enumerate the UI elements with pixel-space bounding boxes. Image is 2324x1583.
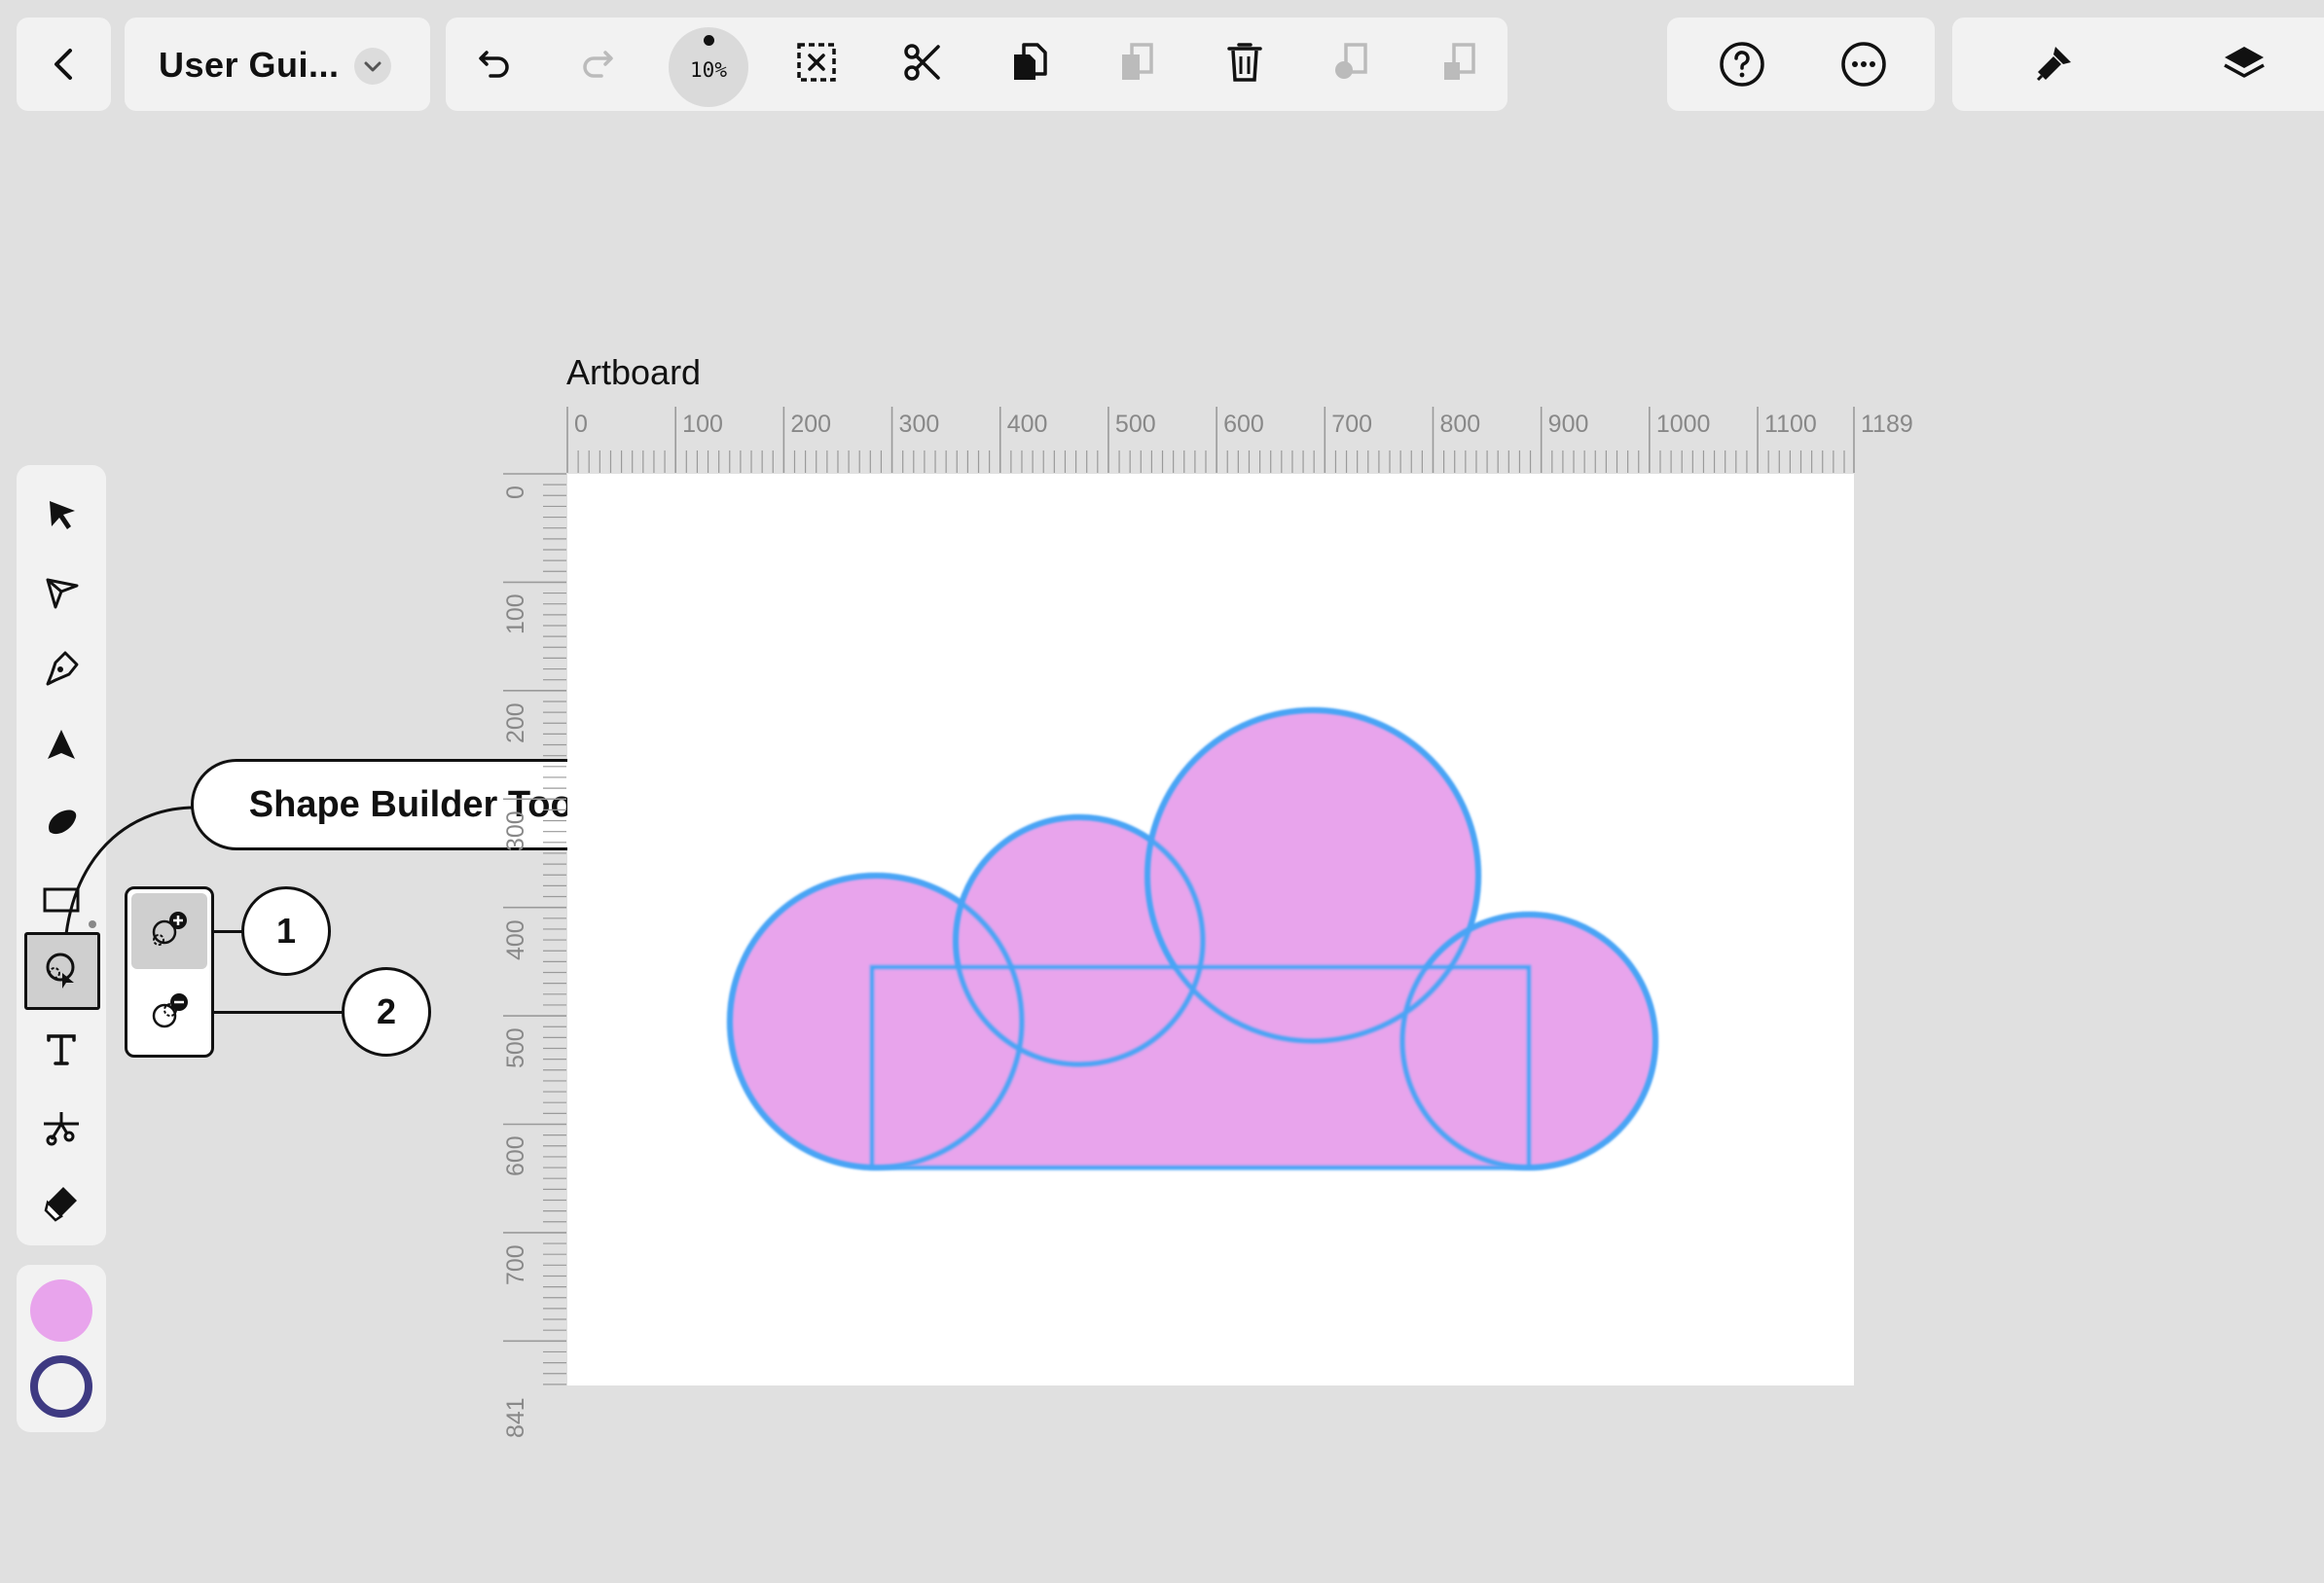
- ruler-label: 300: [898, 411, 940, 438]
- duplicate-icon: [1335, 43, 1367, 79]
- eraser-tool[interactable]: [31, 1172, 91, 1233]
- help-button[interactable]: [1713, 35, 1771, 93]
- shape-builder-subtract-option[interactable]: [131, 975, 207, 1051]
- pencil-tool[interactable]: [31, 715, 91, 775]
- stroke-color-swatch[interactable]: [30, 1355, 92, 1418]
- delete-button[interactable]: [1214, 31, 1276, 93]
- paste-button[interactable]: [1107, 31, 1169, 93]
- zoom-button[interactable]: 10%: [669, 27, 748, 107]
- undo-icon: [479, 51, 509, 78]
- shape-builder-tool[interactable]: [24, 932, 100, 1010]
- back-button[interactable]: [17, 18, 111, 111]
- document-title-button[interactable]: User Gui...: [125, 18, 430, 111]
- pen-icon: [46, 651, 79, 686]
- cut-icon: [904, 44, 940, 81]
- select-icon: [50, 501, 75, 529]
- select-tool[interactable]: [31, 485, 91, 545]
- paste-in-place-icon: [1444, 43, 1475, 80]
- ruler-label: 500: [1114, 411, 1156, 438]
- brush-icon: [2036, 47, 2071, 82]
- layers-button[interactable]: [2215, 35, 2273, 93]
- artwork[interactable]: [567, 474, 1854, 1385]
- zoom-icon: [704, 35, 714, 46]
- ruler-label: 400: [502, 918, 529, 960]
- fill-color-swatch[interactable]: [30, 1279, 92, 1342]
- duplicate-button[interactable]: [1321, 31, 1383, 93]
- deselect-button[interactable]: [785, 31, 848, 93]
- delete-icon: [1227, 43, 1262, 82]
- artboard-label: Artboard: [566, 352, 702, 392]
- ruler-label: 800: [1439, 411, 1481, 438]
- help-panel: [1667, 18, 1935, 111]
- scissors-tool-icon: [44, 1112, 79, 1146]
- deselect-icon: [797, 43, 836, 82]
- zoom-level: 10%: [690, 58, 727, 82]
- chevron-down-icon: [354, 48, 391, 85]
- callout-2-connector: [214, 1011, 345, 1014]
- document-title: User Gui...: [159, 45, 340, 85]
- ruler-label: 200: [790, 411, 832, 438]
- ruler-label: 0: [574, 411, 588, 438]
- ruler-label: 600: [502, 1135, 529, 1177]
- eraser-icon: [44, 1187, 77, 1222]
- ruler-label: 400: [1006, 411, 1048, 438]
- back-icon: [54, 49, 72, 80]
- callout-1-connector: [214, 930, 243, 933]
- ruler-label: 900: [1547, 411, 1589, 438]
- direct-select-tool[interactable]: [31, 561, 91, 622]
- paste-in-place-button[interactable]: [1429, 31, 1491, 93]
- ruler-label: 100: [502, 594, 529, 635]
- text-tool[interactable]: [31, 1020, 91, 1080]
- ruler-label: 300: [502, 810, 529, 852]
- ruler-label: 700: [502, 1244, 529, 1285]
- callout-2-badge: 2: [342, 967, 431, 1057]
- copy-icon: [1014, 43, 1047, 80]
- ruler-label: 841: [502, 1397, 529, 1438]
- brush-button[interactable]: [2024, 35, 2083, 93]
- main-callout-connector: [64, 806, 196, 935]
- more-button[interactable]: [1834, 35, 1893, 93]
- ruler-label: 1100: [1764, 411, 1817, 438]
- shape-builder-icon: [46, 953, 75, 989]
- text-icon: [47, 1034, 76, 1065]
- help-icon: [1720, 42, 1764, 87]
- pencil-icon: [48, 730, 75, 759]
- ruler-label: 600: [1223, 411, 1264, 438]
- callout-2-number: 2: [376, 991, 397, 1031]
- ruler-label: 500: [502, 1027, 529, 1069]
- layers-icon: [2224, 47, 2265, 78]
- direct-select-icon: [46, 578, 79, 609]
- redo-icon: [583, 51, 613, 78]
- ruler-label: 0: [502, 486, 529, 499]
- cut-button[interactable]: [891, 31, 954, 93]
- ruler-label: 100: [682, 411, 723, 438]
- ruler-label: 200: [502, 702, 529, 743]
- ruler-label: 1189: [1861, 411, 1913, 438]
- subtract-shapes-icon: [152, 993, 188, 1028]
- redo-button[interactable]: [566, 31, 629, 93]
- more-icon: [1841, 42, 1886, 87]
- undo-button[interactable]: [463, 31, 526, 93]
- pen-tool[interactable]: [31, 638, 91, 699]
- ruler-label: 700: [1331, 411, 1373, 438]
- scissors-tool[interactable]: [31, 1096, 91, 1156]
- paste-icon: [1122, 43, 1153, 80]
- copy-button[interactable]: [999, 31, 1061, 93]
- callout-1-number: 1: [275, 911, 297, 951]
- callout-1-badge: 1: [241, 886, 331, 976]
- ruler-label: 1000: [1655, 411, 1711, 438]
